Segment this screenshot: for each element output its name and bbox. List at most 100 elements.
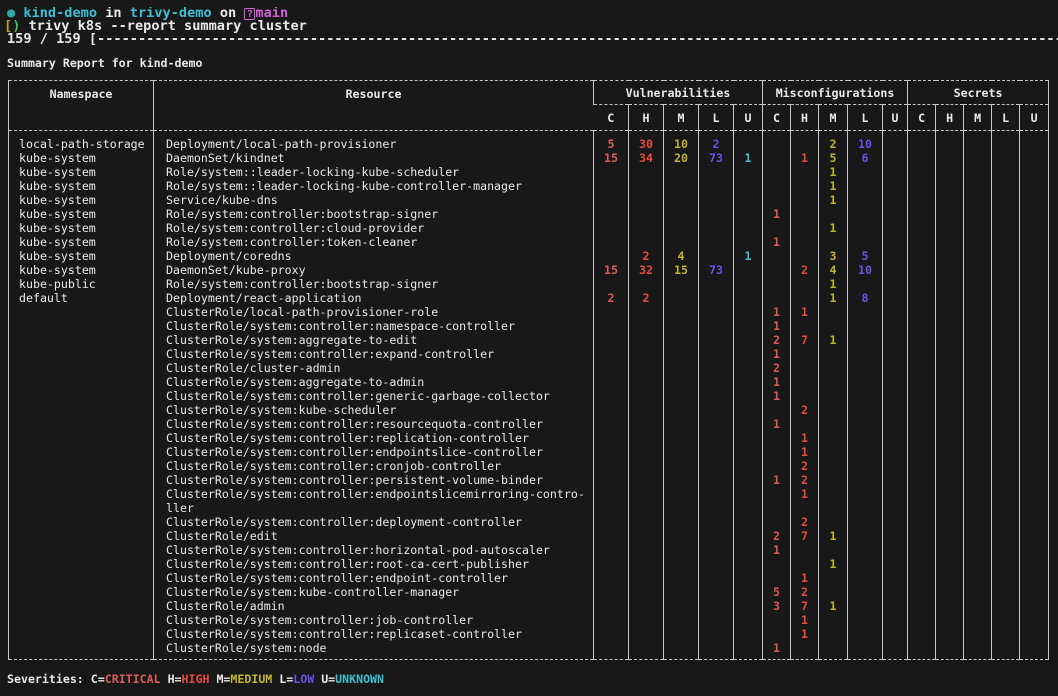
count-cell: 5 — [594, 131, 629, 152]
count-cell — [964, 375, 992, 389]
count-cell — [819, 487, 848, 515]
namespace-cell — [9, 515, 154, 529]
resource-cell: ClusterRole/system:controller:horizontal… — [154, 543, 594, 557]
count-cell — [763, 165, 791, 179]
count-cell — [594, 529, 629, 543]
count-cell — [664, 193, 699, 207]
count-cell: 15 — [594, 263, 629, 277]
count-cell — [734, 487, 763, 515]
count-cell — [763, 571, 791, 585]
count-cell — [936, 263, 964, 277]
count-cell — [664, 235, 699, 249]
count-cell — [964, 529, 992, 543]
resource-cell: ClusterRole/system:controller:endpointsl… — [154, 445, 594, 459]
count-cell — [629, 333, 664, 347]
table-row: ClusterRole/system:controller:namespace-… — [9, 319, 1049, 333]
count-cell — [819, 613, 848, 627]
count-cell — [734, 333, 763, 347]
count-cell — [936, 333, 964, 347]
table-row: ClusterRole/system:controller:resourcequ… — [9, 417, 1049, 431]
count-cell — [664, 207, 699, 221]
count-cell — [936, 529, 964, 543]
count-cell — [699, 641, 734, 660]
resource-cell: Role/system:controller:cloud-provider — [154, 221, 594, 235]
count-cell — [883, 557, 908, 571]
prompt-bracket-icon: [ — [4, 20, 12, 33]
count-cell: 8 — [848, 291, 883, 305]
count-cell — [936, 361, 964, 375]
table-row: ClusterRole/cluster-admin2 — [9, 361, 1049, 375]
count-cell — [699, 543, 734, 557]
count-cell — [848, 571, 883, 585]
count-cell — [763, 277, 791, 291]
count-cell — [908, 389, 936, 403]
count-cell — [1020, 417, 1049, 431]
count-cell — [734, 179, 763, 193]
count-cell: 1 — [819, 165, 848, 179]
resource-cell: ClusterRole/system:controller:deployment… — [154, 515, 594, 529]
legend-key: H= — [168, 672, 182, 686]
count-cell — [629, 417, 664, 431]
count-cell: 30 — [629, 131, 664, 152]
count-cell — [992, 459, 1020, 473]
table-row: ClusterRole/system:controller:root-ca-ce… — [9, 557, 1049, 571]
namespace-cell: default — [9, 291, 154, 305]
count-cell — [908, 319, 936, 333]
count-cell — [629, 473, 664, 487]
count-cell — [699, 403, 734, 417]
count-cell — [734, 389, 763, 403]
count-cell — [664, 221, 699, 235]
count-cell — [791, 291, 819, 305]
count-cell — [699, 445, 734, 459]
resource-cell: Role/system::leader-locking-kube-control… — [154, 179, 594, 193]
severity-col-header: L — [848, 105, 883, 131]
count-cell — [964, 277, 992, 291]
legend-value: HIGH — [182, 672, 210, 686]
count-cell — [629, 221, 664, 235]
count-cell — [848, 319, 883, 333]
count-cell — [819, 403, 848, 417]
git-branch-icon: ? — [244, 8, 255, 20]
count-cell — [936, 151, 964, 165]
count-cell: 1 — [763, 207, 791, 221]
count-cell — [1020, 585, 1049, 599]
count-cell: 2 — [791, 263, 819, 277]
count-cell — [699, 347, 734, 361]
resource-cell: ClusterRole/system:controller:root-ca-ce… — [154, 557, 594, 571]
terminal-window[interactable]: ● kind-demo in trivy-demo on ?main [) tr… — [0, 0, 1058, 696]
severity-col-header: U — [1020, 105, 1049, 131]
on-word: on — [220, 7, 236, 20]
count-cell — [699, 417, 734, 431]
count-cell — [664, 445, 699, 459]
count-cell — [908, 333, 936, 347]
count-cell: 1 — [819, 599, 848, 613]
count-cell — [664, 641, 699, 660]
namespace-cell — [9, 627, 154, 641]
count-cell — [964, 445, 992, 459]
count-cell — [594, 543, 629, 557]
count-cell — [819, 347, 848, 361]
count-cell — [908, 627, 936, 641]
count-cell — [992, 305, 1020, 319]
count-cell — [936, 305, 964, 319]
count-cell — [848, 599, 883, 613]
count-cell — [964, 291, 992, 305]
count-cell — [992, 249, 1020, 263]
count-cell — [936, 403, 964, 417]
resource-cell: ClusterRole/system:controller:resourcequ… — [154, 417, 594, 431]
count-cell — [791, 249, 819, 263]
count-cell — [664, 319, 699, 333]
count-cell — [699, 557, 734, 571]
directory-name: kind-demo — [23, 7, 97, 20]
count-cell — [699, 431, 734, 445]
prompt-context-line: ● kind-demo in trivy-demo on ?main — [7, 7, 1058, 20]
count-cell — [819, 417, 848, 431]
report-title: Summary Report for kind-demo — [7, 57, 1058, 70]
count-cell — [992, 627, 1020, 641]
count-cell — [992, 151, 1020, 165]
count-cell — [908, 165, 936, 179]
count-cell — [848, 207, 883, 221]
count-cell — [791, 361, 819, 375]
count-cell — [664, 389, 699, 403]
command-text: trivy k8s --report summary cluster — [29, 20, 307, 33]
